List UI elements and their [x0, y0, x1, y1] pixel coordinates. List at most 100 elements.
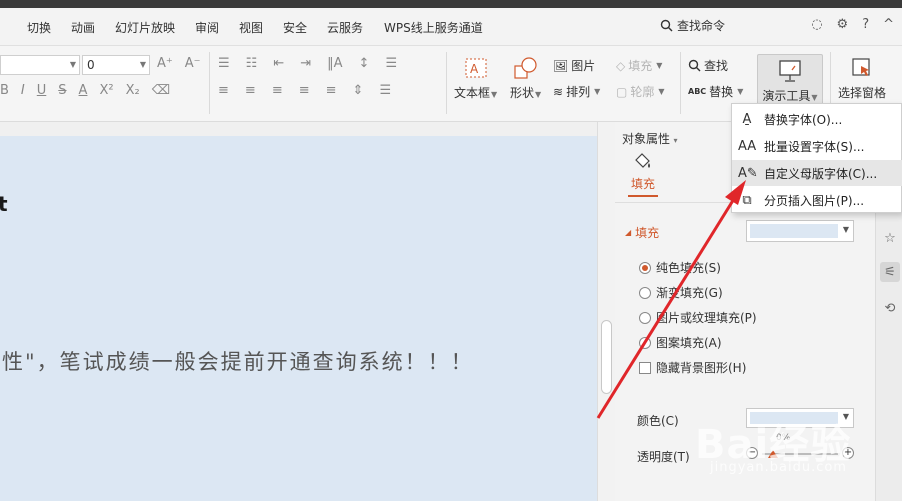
radio-label: 纯色填充(S) — [656, 261, 721, 275]
find-button[interactable]: 查找 — [688, 57, 728, 74]
selection-pane-button[interactable]: 选择窗格 — [838, 56, 886, 101]
history-icon[interactable]: ⟲ — [880, 298, 900, 318]
menu-view[interactable]: 视图 — [239, 19, 263, 36]
strikethrough-icon[interactable]: S — [58, 83, 66, 98]
justify-icon[interactable]: ≡ — [299, 83, 310, 98]
radio-button[interactable] — [639, 311, 651, 324]
italic-icon[interactable]: I — [21, 83, 25, 98]
search-icon — [660, 19, 673, 32]
superscript-icon[interactable]: X² — [99, 83, 113, 98]
selection-pane-icon — [852, 58, 870, 76]
shape-label: 形状 — [510, 86, 535, 100]
menu-animation[interactable]: 动画 — [71, 19, 95, 36]
menu-item-insert-picture[interactable]: ⧉ 分页插入图片(P)... — [732, 187, 902, 213]
paragraph-row-1: ☰ ☷ ⇤ ⇥ ‖A ↕ ☰ — [218, 56, 397, 71]
menu-security[interactable]: 安全 — [283, 19, 307, 36]
bullet-list-icon[interactable]: ☰ — [218, 56, 230, 71]
batch-font-icon: AA — [738, 138, 757, 154]
menu-review[interactable]: 审阅 — [195, 19, 219, 36]
pane-title[interactable]: 对象属性 ▾ — [622, 130, 678, 147]
arrange-button[interactable]: ≋ 排列 ▼ — [553, 83, 600, 100]
collapse-triangle-icon: ◢ — [625, 228, 632, 237]
checkbox[interactable] — [639, 361, 651, 374]
increase-indent-icon[interactable]: ⇥ — [300, 56, 311, 71]
tab-fill[interactable]: 填充 — [625, 152, 661, 197]
hide-background-checkbox[interactable]: 隐藏背景图形(H) — [639, 359, 746, 376]
line-spacing-icon[interactable]: ↕ — [359, 56, 370, 71]
active-tab-indicator — [628, 195, 658, 197]
menu-item-replace-font[interactable]: A̱ 替换字体(O)... — [732, 106, 902, 132]
radio-solid-fill[interactable]: 纯色填充(S) — [639, 259, 721, 276]
collapse-ribbon-icon[interactable]: ^ — [883, 17, 894, 32]
demo-tools-menu: A̱ 替换字体(O)... AA 批量设置字体(S)... A✎ 自定义母版字体… — [731, 103, 902, 213]
gear-icon[interactable]: ⚙ — [837, 17, 849, 32]
paragraph-spacing-icon[interactable]: ☰ — [385, 56, 397, 71]
picture-button[interactable]: 🖼 图片 — [553, 57, 595, 74]
numbered-list-icon[interactable]: ☷ — [246, 56, 258, 71]
increase-font-icon[interactable]: A⁺ — [157, 56, 173, 71]
fill-bucket-icon: ◇ — [616, 58, 626, 73]
vertical-scrollbar[interactable] — [597, 122, 615, 501]
replace-font-icon: A̱ — [742, 111, 752, 127]
window-controls: ◌ ⚙ ? ^ — [811, 17, 894, 32]
slide-canvas[interactable]: t 性"，笔试成绩一般会提前开通查询系统！！！ — [0, 136, 597, 501]
replace-button[interactable]: ABC 替换 ▼ — [688, 83, 743, 100]
tab-fill-label: 填充 — [630, 177, 655, 191]
menu-item-batch-font[interactable]: AA 批量设置字体(S)... — [732, 133, 902, 159]
textbox-button[interactable]: A 文本框▼ — [454, 56, 497, 101]
menu-slideshow[interactable]: 幻灯片放映 — [115, 19, 175, 36]
bold-icon[interactable]: B — [0, 83, 9, 98]
svg-text:A: A — [470, 62, 479, 76]
radio-pattern-fill[interactable]: 图案填充(A) — [639, 334, 722, 351]
align-left-icon[interactable]: ≡ — [218, 83, 229, 98]
menu-item-master-font[interactable]: A✎ 自定义母版字体(C)... — [732, 160, 902, 186]
scrollbar-thumb[interactable] — [601, 320, 612, 394]
replace-label: 替换 — [709, 85, 734, 99]
insert-picture-icon: ⧉ — [742, 192, 752, 208]
radio-picture-texture-fill[interactable]: 图片或纹理填充(P) — [639, 309, 757, 326]
search-command[interactable]: 查找命令 — [660, 17, 725, 34]
underline-icon[interactable]: U — [37, 83, 47, 98]
align-center-icon[interactable]: ≡ — [245, 83, 256, 98]
layers-icon: ≋ — [553, 84, 564, 99]
fill-button[interactable]: ◇ 填充 ▼ — [616, 57, 662, 74]
menu-wps-online-service[interactable]: WPS线上服务通道 — [384, 19, 483, 36]
decrease-font-icon[interactable]: A⁻ — [185, 56, 201, 71]
ribbon-separator — [680, 52, 681, 114]
subscript-icon[interactable]: X₂ — [126, 83, 140, 98]
font-color-icon[interactable]: A — [79, 83, 88, 98]
color-label: 颜色(C) — [637, 414, 679, 428]
radio-gradient-fill[interactable]: 渐变填充(G) — [639, 284, 723, 301]
outline-button[interactable]: ▢ 轮廓 ▼ — [616, 83, 665, 100]
title-bar-strip — [0, 0, 902, 8]
star-shape-icon[interactable]: ☆ — [880, 228, 900, 248]
master-font-icon: A✎ — [738, 165, 758, 181]
fill-color-dropdown[interactable]: ▼ — [746, 220, 854, 242]
fill-label: 填充 — [628, 59, 653, 73]
text-direction-icon[interactable]: ‖A — [327, 56, 342, 71]
help-icon[interactable]: ? — [862, 17, 869, 32]
align-right-icon[interactable]: ≡ — [272, 83, 283, 98]
menu-transition[interactable]: 切换 — [27, 19, 51, 36]
radio-button[interactable] — [639, 336, 651, 349]
checkbox-label: 隐藏背景图形(H) — [656, 361, 747, 375]
decrease-indent-icon[interactable]: ⇤ — [273, 56, 284, 71]
menu-cloud-service[interactable]: 云服务 — [327, 19, 363, 36]
properties-sliders-icon[interactable]: ⚟ — [880, 262, 900, 282]
vertical-align-icon[interactable]: ⇕ — [353, 83, 364, 98]
radio-button[interactable] — [639, 286, 651, 299]
fill-section-header[interactable]: ◢ 填充 — [625, 224, 659, 241]
distribute-icon[interactable]: ≡ — [326, 83, 337, 98]
font-size-select[interactable]: 0 ▼ — [82, 55, 150, 75]
clear-format-icon[interactable]: ⌫ — [152, 83, 170, 98]
ribbon-separator — [209, 52, 210, 114]
slide-heading[interactable]: t — [0, 192, 8, 216]
font-size-buttons: A⁺ A⁻ — [157, 56, 201, 71]
columns-icon[interactable]: ☰ — [379, 83, 391, 98]
slide-body-text[interactable]: 性"，笔试成绩一般会提前开通查询系统！！！ — [2, 346, 474, 376]
find-label: 查找 — [704, 59, 729, 73]
radio-button[interactable] — [639, 261, 651, 274]
font-name-select[interactable]: ▼ — [0, 55, 80, 75]
comment-icon[interactable]: ◌ — [811, 17, 822, 32]
shape-button[interactable]: 形状▼ — [510, 56, 541, 101]
